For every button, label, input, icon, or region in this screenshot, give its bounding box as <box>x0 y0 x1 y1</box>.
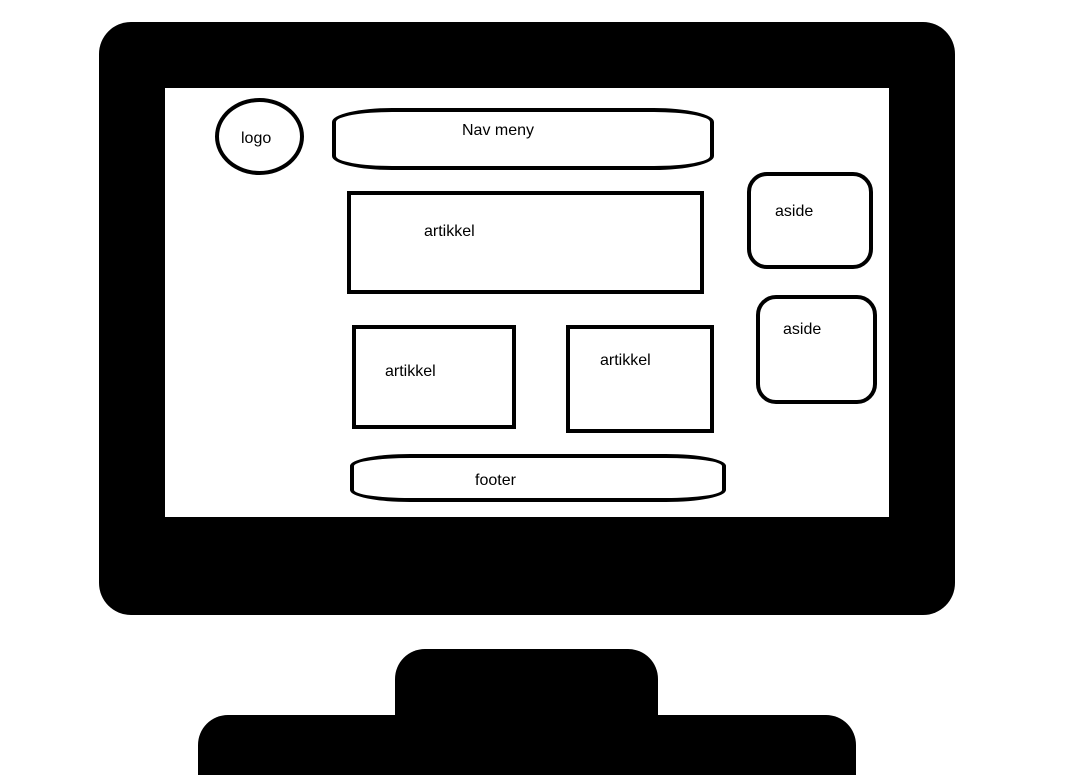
article-main-label: artikkel <box>424 223 475 240</box>
article-left-label: artikkel <box>385 363 436 380</box>
aside-bottom-label: aside <box>783 321 822 338</box>
article-right-placeholder <box>566 325 714 433</box>
nav-menu-label: Nav meny <box>462 122 535 139</box>
footer-placeholder <box>350 454 726 502</box>
article-main-placeholder <box>347 191 704 294</box>
aside-bottom-placeholder <box>756 295 877 404</box>
footer-label: footer <box>475 472 516 489</box>
logo-label: logo <box>241 130 272 147</box>
article-right-label: artikkel <box>600 352 651 369</box>
monitor-stand-base <box>198 715 856 775</box>
aside-top-label: aside <box>775 203 814 220</box>
